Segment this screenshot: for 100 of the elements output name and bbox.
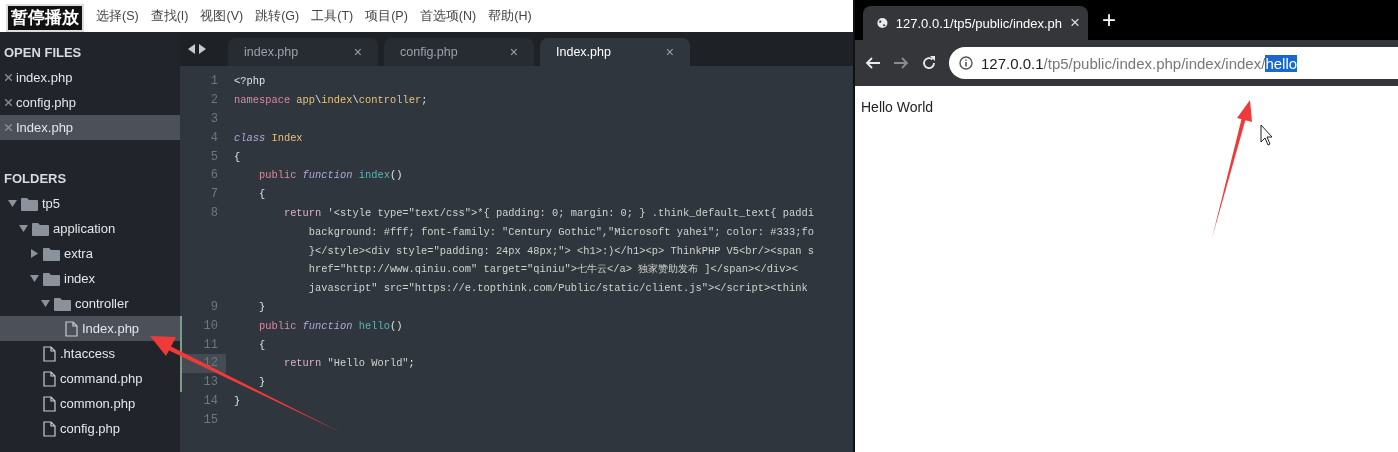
code-line: { [257,188,266,201]
code-line: }</style><div style="padding: 24px 48px;"> <h1>:)</h1><p> ThinkPHP V5<br/><span s [307,244,814,257]
code-line: return "Hello World"; [282,357,415,370]
tree-item-label: index [64,271,96,286]
file-icon [43,345,56,362]
tree-item[interactable]: extra [0,241,180,266]
line-number: 11 [203,337,218,352]
tab-close-button[interactable]: × [509,44,518,60]
reload-icon[interactable] [921,55,937,71]
open-file-item[interactable]: index.php [0,65,180,90]
open-file-label: config.php [16,95,76,110]
tree-item-label: controller [75,296,129,311]
tree-item[interactable]: .htaccess [0,341,180,366]
menu-item[interactable]: 跳转(G) [255,7,300,25]
menu-item[interactable]: 选择(S) [96,7,139,25]
line-number: 1 [210,74,218,89]
line-number: 9 [210,299,218,314]
menu-item[interactable]: 项目(P) [365,7,408,25]
file-icon [65,320,78,337]
tree-item-label: Index.php [82,321,140,336]
tab-close-button[interactable]: × [1070,13,1080,33]
folder-icon [43,271,60,286]
close-icon[interactable] [5,124,12,131]
code-line: { [257,338,266,351]
right-triangle-icon[interactable] [199,44,206,54]
menu-item[interactable]: 帮助(H) [488,7,532,25]
line-number: 10 [203,318,218,333]
tree-item-label: application [53,221,116,236]
open-file-item[interactable]: Index.php [0,115,180,140]
line-number: 8 [210,205,218,220]
code-line: public function index() [257,169,403,182]
tree-item-label: .htaccess [60,346,115,361]
code-line: <?php [234,75,266,88]
info-icon [959,56,973,70]
close-icon[interactable] [5,74,12,81]
tree-item[interactable]: index [0,266,180,291]
code-line: } [257,300,266,313]
back-arrow-icon[interactable] [865,55,881,71]
code-line: href="http://www.qiniu.com" target="qiniu">七牛云</a> 独家赞助发布 ]</span></div>< [307,262,798,277]
tab-close-button[interactable]: × [353,44,362,60]
close-icon[interactable] [5,99,12,106]
tree-item[interactable]: tp5 [0,191,180,216]
tab-close-button[interactable]: × [665,44,674,60]
menu-item[interactable]: 首选项(N) [419,7,477,25]
file-tab[interactable]: config.php × [384,38,534,66]
line-number: 6 [210,168,218,183]
left-triangle-icon[interactable] [188,44,195,54]
menu-item[interactable]: 查找(I) [150,7,189,25]
tree-item[interactable]: application [0,216,180,241]
address-bar[interactable]: 127.0.0.1/tp5/public/index.php/index/index/hello [949,47,1398,79]
menu-item[interactable]: 视图(V) [200,7,244,25]
menu-item[interactable]: 工具(T) [311,7,354,25]
folder-icon [54,296,71,311]
collapsed-triangle-icon[interactable] [30,249,39,258]
line-number: 4 [210,130,218,145]
tree-item-label: config.php [60,421,120,436]
section-title: OPEN FILES [3,44,82,62]
line-number: 2 [210,93,218,108]
code-line: class Index [234,131,303,144]
open-file-label: Index.php [16,120,74,135]
file-tab[interactable]: Index.php × [540,38,690,66]
line-number: 15 [203,412,218,427]
video-overlay-label: 暂停播放 [6,4,84,32]
tree-item-label: command.php [60,371,143,386]
code-line: } [234,394,241,407]
page-text: Hello World [861,99,934,115]
tree-item[interactable]: Index.php [0,316,180,341]
code-line: javascript" src="https://e.topthink.com/Public/static/client.js"></script><think [307,282,808,295]
expanded-triangle-icon[interactable] [41,299,50,308]
code-line: namespace app\index\controller; [234,94,428,107]
line-number: 14 [203,393,218,408]
expanded-triangle-icon[interactable] [8,199,17,208]
mouse-pointer-icon [1260,124,1273,146]
file-icon [43,395,56,412]
file-icon [43,420,56,437]
tree-item[interactable]: common.php [0,391,180,416]
code-line: background: #fff; font-family: "Century Gothic","Microsoft yahei"; color: #333;fo [307,225,814,238]
expanded-triangle-icon[interactable] [19,224,28,233]
folder-icon [21,196,38,211]
folder-icon [32,221,49,236]
section-title: FOLDERS [3,170,67,188]
code-line: return '<style type="text/css">*{ padding: 0; margin: 0; } .think_default_text{ paddi [282,206,814,219]
tree-item[interactable]: command.php [0,366,180,391]
url-text: 127.0.0.1/tp5/public/index.php/index/index/hello [981,54,1298,72]
folder-icon [43,246,60,261]
browser-tab[interactable]: 127.0.0.1/tp5/public/index.ph × [863,6,1088,40]
line-number: 7 [210,187,218,202]
new-tab-button[interactable]: + [1102,8,1116,32]
file-tab[interactable]: index.php × [228,38,378,66]
code-line: } [257,376,266,389]
open-file-item[interactable]: config.php [0,90,180,115]
tree-item[interactable]: config.php [0,416,180,441]
line-number: 13 [203,375,218,390]
expanded-triangle-icon[interactable] [30,274,39,283]
tree-item-label: common.php [60,396,136,411]
open-file-label: index.php [16,70,73,85]
code-line: public function hello() [257,319,403,332]
tree-item[interactable]: controller [0,291,180,316]
line-number: 5 [210,149,218,164]
tab-title: 127.0.0.1/tp5/public/index.ph [895,15,1063,31]
